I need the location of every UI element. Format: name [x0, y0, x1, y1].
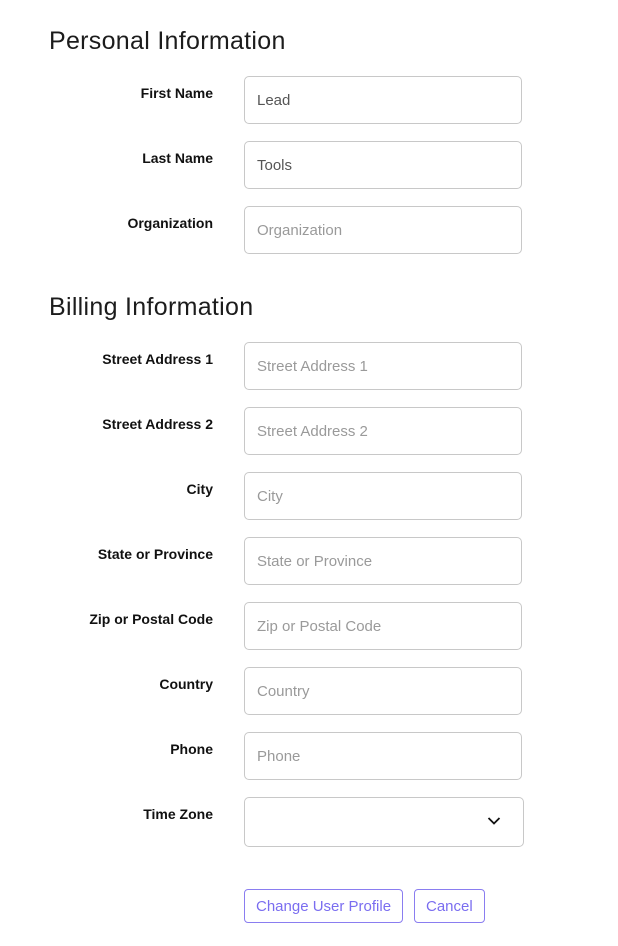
country-row: Country [0, 667, 618, 717]
organization-label: Organization [127, 215, 213, 231]
time-zone-label: Time Zone [143, 806, 213, 822]
street-address-1-input[interactable] [244, 342, 522, 390]
chevron-down-icon [487, 817, 501, 825]
last-name-row: Last Name [0, 141, 618, 191]
personal-information-title: Personal Information [49, 27, 286, 55]
country-input[interactable] [244, 667, 522, 715]
organization-input[interactable] [244, 206, 522, 254]
zip-label: Zip or Postal Code [89, 611, 213, 627]
last-name-input[interactable] [244, 141, 522, 189]
phone-row: Phone [0, 732, 618, 782]
state-row: State or Province [0, 537, 618, 587]
street-address-2-row: Street Address 2 [0, 407, 618, 457]
city-row: City [0, 472, 618, 522]
state-input[interactable] [244, 537, 522, 585]
street-address-1-row: Street Address 1 [0, 342, 618, 392]
time-zone-select[interactable] [244, 797, 524, 847]
first-name-input[interactable] [244, 76, 522, 124]
billing-information-title: Billing Information [49, 293, 254, 321]
street-address-2-input[interactable] [244, 407, 522, 455]
first-name-row: First Name [0, 76, 618, 126]
zip-input[interactable] [244, 602, 522, 650]
last-name-label: Last Name [142, 150, 213, 166]
organization-row: Organization [0, 206, 618, 256]
phone-label: Phone [170, 741, 213, 757]
time-zone-row: Time Zone [0, 797, 618, 847]
country-label: Country [159, 676, 213, 692]
phone-input[interactable] [244, 732, 522, 780]
cancel-button[interactable]: Cancel [414, 889, 485, 923]
street-address-1-label: Street Address 1 [102, 351, 213, 367]
first-name-label: First Name [140, 85, 213, 101]
state-label: State or Province [97, 546, 213, 562]
city-input[interactable] [244, 472, 522, 520]
city-label: City [186, 481, 213, 497]
zip-row: Zip or Postal Code [0, 602, 618, 652]
change-user-profile-button[interactable]: Change User Profile [244, 889, 404, 923]
street-address-2-label: Street Address 2 [102, 416, 213, 432]
